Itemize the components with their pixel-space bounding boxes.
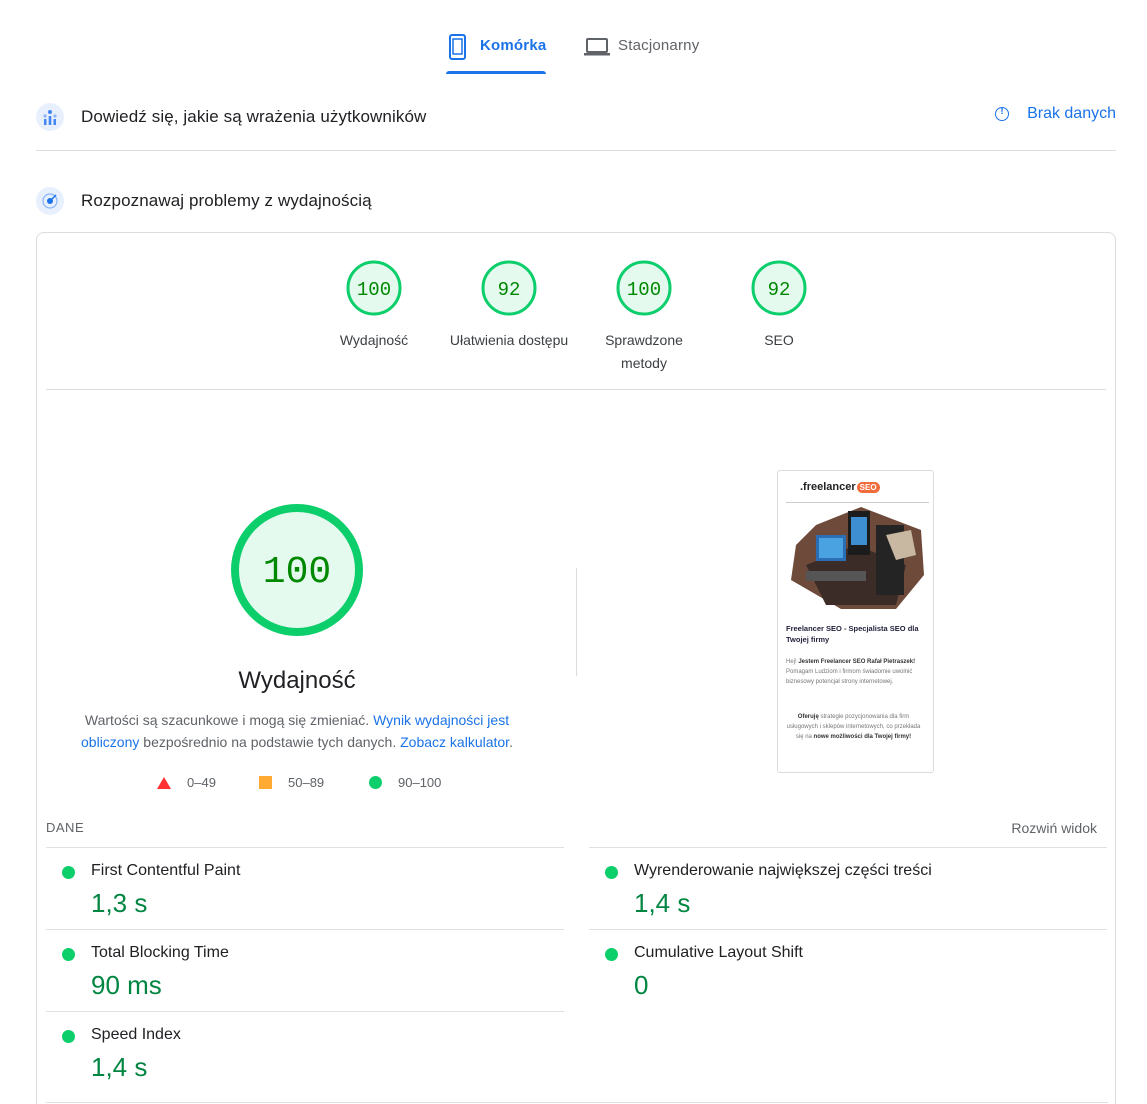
gauge-score: 92 (498, 279, 521, 301)
score-gauges: 100 Wydajność 92 Ułatwienia dostępu 100 … (37, 233, 1115, 390)
site-offer: Oferuję strategie pozycjonowania dla fir… (786, 714, 921, 740)
metric-name: Total Blocking Time (91, 944, 229, 961)
tab-desktop-label: Stacjonarny (618, 37, 700, 54)
vertical-divider (576, 568, 577, 676)
gauge-performance[interactable]: 100 Wydajność (309, 259, 439, 352)
metric-value: 1,4 s (91, 1052, 148, 1082)
performance-big-score: 100 (263, 551, 331, 594)
pass-circle-icon (62, 866, 75, 879)
active-tab-indicator (446, 71, 546, 74)
pass-circle-icon (369, 776, 382, 789)
smartphone-icon (446, 34, 470, 60)
metrics-label: DANE (46, 820, 85, 835)
gauge-score: 100 (357, 279, 391, 301)
metric-fcp: First Contentful Paint 1,3 s (46, 847, 564, 929)
gauge-score: 100 (627, 279, 661, 301)
performance-description: Wartości są szacunkowe i mogą się zmieni… (81, 712, 513, 750)
average-square-icon (259, 776, 272, 789)
gauge-label: Ułatwienia dostępu (449, 332, 569, 348)
gauge-label: Sprawdzone metody (605, 332, 683, 371)
no-data-label: Brak danych (1027, 105, 1116, 122)
metric-tbt: Total Blocking Time 90 ms (46, 929, 564, 1011)
metric-name: Cumulative Layout Shift (634, 944, 803, 961)
tab-desktop[interactable]: Stacjonarny (584, 22, 724, 74)
site-logo: .freelancer SEO (800, 481, 880, 493)
performance-big-gauge: 100 (231, 504, 363, 636)
gauge-ring: 100 (616, 260, 672, 316)
tab-mobile-label: Komórka (480, 37, 547, 54)
metric-value: 1,4 s (634, 888, 691, 918)
metric-name: First Contentful Paint (91, 862, 241, 879)
metric-value: 1,3 s (91, 888, 148, 918)
pass-circle-icon (62, 1030, 75, 1043)
crux-section-header: Dowiedź się, jakie są wrażenia użytkowni… (36, 102, 1116, 132)
legend-pass: 90–100 (369, 775, 441, 790)
section-divider (36, 150, 1116, 151)
pass-circle-icon (605, 948, 618, 961)
final-screenshot-thumbnail[interactable]: .freelancer SEO Freelancer SEO - Specjali… (777, 470, 934, 773)
metric-value: 90 ms (91, 970, 162, 1000)
hero-image (791, 507, 924, 609)
gauge-ring: 92 (751, 260, 807, 316)
gauge-best-practices[interactable]: 100 Sprawdzone metody (579, 259, 709, 375)
metric-name: Speed Index (91, 1026, 181, 1043)
performance-title: Wydajność (238, 667, 356, 694)
lighthouse-title: Rozpoznawaj problemy z wydajnością (81, 191, 372, 210)
calculator-link[interactable]: Zobacz kalkulator (400, 734, 509, 750)
users-chart-icon (36, 103, 64, 131)
gauge-label: Wydajność (339, 332, 409, 348)
metric-name: Wyrenderowanie największej części treści (634, 862, 932, 879)
no-data-link[interactable]: Brak danych (995, 105, 1116, 123)
lighthouse-diagnose-icon (36, 187, 64, 215)
tab-mobile[interactable]: Komórka (446, 22, 546, 74)
expand-view-toggle[interactable]: Rozwiń widok (1011, 820, 1097, 836)
gauge-ring: 92 (481, 260, 537, 316)
site-intro: Hej! Jestem Freelancer SEO Rafał Pietras… (786, 659, 916, 685)
metric-cls: Cumulative Layout Shift 0 (589, 929, 1107, 1011)
lighthouse-section-header: Rozpoznawaj problemy z wydajnością (36, 186, 1116, 216)
legend-average: 50–89 (259, 775, 324, 790)
gauge-seo[interactable]: 92 SEO (714, 259, 844, 352)
metric-value: 0 (634, 970, 649, 1000)
info-icon (995, 106, 1010, 121)
lighthouse-report-card: 100 Wydajność 92 Ułatwienia dostępu 100 … (36, 232, 1116, 1104)
laptop-icon (584, 34, 610, 60)
gauge-accessibility[interactable]: 92 Ułatwienia dostępu (444, 259, 574, 352)
score-legend: 0–49 50–89 90–100 (157, 775, 457, 795)
legend-fail: 0–49 (157, 775, 216, 790)
site-heading: Freelancer SEO - Specjalista SEO dla Two… (786, 624, 919, 644)
device-tabs: Komórka Stacjonarny (0, 22, 1147, 74)
thumb-divider (786, 502, 929, 503)
metric-lcp: Wyrenderowanie największej części treści… (589, 847, 1107, 929)
gauge-score: 92 (768, 279, 791, 301)
metric-speed-index: Speed Index 1,4 s (46, 1011, 564, 1093)
fail-triangle-icon (157, 776, 171, 789)
pass-circle-icon (62, 948, 75, 961)
metrics-bottom-divider (46, 1102, 1108, 1103)
pass-circle-icon (605, 866, 618, 879)
crux-title: Dowiedź się, jakie są wrażenia użytkowni… (81, 107, 427, 126)
gauge-ring: 100 (346, 260, 402, 316)
card-divider (46, 389, 1106, 390)
gauge-label: SEO (764, 332, 794, 348)
